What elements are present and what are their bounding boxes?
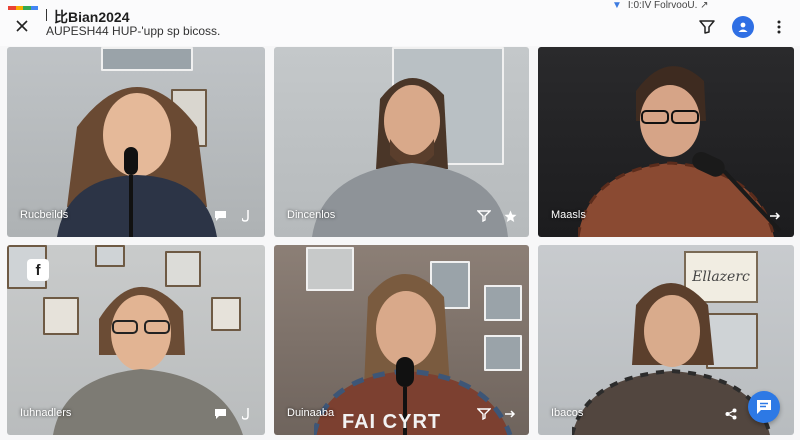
wifi-icon: ▼: [612, 0, 622, 11]
microphone-icon: [124, 147, 138, 237]
forward-button[interactable]: [503, 407, 517, 421]
filter-button[interactable]: [696, 16, 718, 38]
star-icon: [504, 210, 516, 222]
status-area: ▼ I:0:IV FolrvooU. ↗: [612, 0, 709, 11]
more-options-button[interactable]: [768, 16, 790, 38]
video-grid: Rucbeilds Dincenlos Maasls f Iuhnadlers …: [7, 47, 794, 437]
chat-button[interactable]: [213, 209, 227, 223]
filter-icon: [477, 210, 491, 222]
tile-actions: [724, 407, 738, 421]
filter-icon: [699, 20, 715, 34]
chat-button[interactable]: [213, 407, 227, 421]
microphone-icon: [692, 151, 782, 233]
tile-actions: [213, 407, 253, 421]
mic-button[interactable]: [239, 209, 253, 223]
feedback-icon: [757, 400, 771, 414]
video-tile-3[interactable]: Maasls: [538, 47, 794, 237]
share-button[interactable]: [724, 407, 738, 421]
participant-name: Duinaaba: [287, 407, 335, 419]
top-bar: 比Bian2024 AUPESH44 HUP-'upp sp bicoss. ▼…: [0, 0, 800, 46]
tile-actions: [213, 209, 253, 223]
participant-name: Maasls: [551, 209, 586, 221]
text-cursor: [46, 9, 47, 21]
participant-name: Dincenlos: [287, 209, 336, 221]
top-actions: [696, 16, 790, 38]
brand-color-strip: [8, 6, 38, 10]
participant-name: Ibacos: [551, 407, 584, 419]
shirt-print: FAI CYRT: [342, 411, 442, 433]
tile-actions: [768, 209, 782, 223]
participant-name: Iuhnadlers: [20, 407, 72, 419]
account-button[interactable]: [732, 16, 754, 38]
arrow-icon: [505, 410, 516, 418]
mic-icon: [242, 408, 249, 420]
video-tile-4[interactable]: f Iuhnadlers: [7, 245, 265, 435]
more-vert-icon: [777, 20, 781, 34]
mic-button[interactable]: [239, 407, 253, 421]
facebook-icon[interactable]: f: [27, 259, 49, 281]
close-icon: [16, 20, 28, 32]
arrow-icon: [770, 212, 781, 220]
close-button[interactable]: [12, 16, 32, 36]
video-tile-6[interactable]: Ellazerc Ibacos: [538, 245, 794, 435]
filter-icon: [477, 408, 491, 420]
user-icon: [738, 22, 748, 32]
tile-actions: [477, 209, 517, 223]
chat-icon: [214, 409, 226, 419]
chat-icon: [214, 211, 226, 221]
star-button[interactable]: [503, 209, 517, 223]
meeting-subtitle: AUPESH44 HUP-'upp sp bicoss.: [46, 24, 221, 38]
filter-button[interactable]: [477, 407, 491, 421]
chat-fab-button[interactable]: [748, 391, 780, 423]
video-tile-1[interactable]: Rucbeilds: [7, 47, 265, 237]
status-text: I:0:IV FolrvooU. ↗: [627, 0, 709, 11]
forward-button[interactable]: [768, 209, 782, 223]
video-tile-5[interactable]: FAI CYRT Duinaaba: [274, 245, 529, 435]
share-icon: [725, 408, 737, 420]
video-tile-2[interactable]: Dincenlos: [274, 47, 529, 237]
tile-actions: [477, 407, 517, 421]
mic-icon: [242, 210, 249, 222]
filter-button[interactable]: [477, 209, 491, 223]
participant-video: [572, 283, 772, 435]
participant-name: Rucbeilds: [20, 209, 69, 221]
